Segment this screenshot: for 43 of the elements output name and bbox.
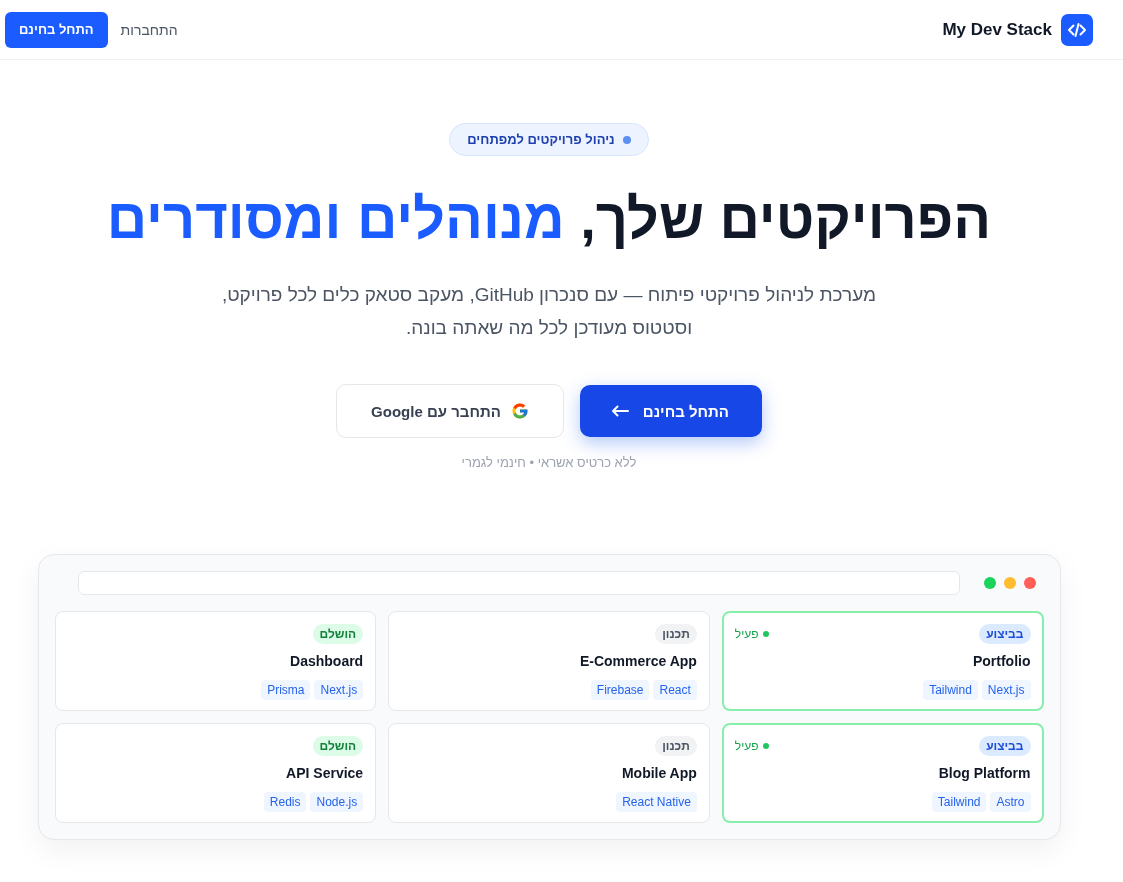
project-name: Blog Platform bbox=[937, 764, 1031, 783]
project-name: Mobile App bbox=[620, 764, 697, 783]
project-name: Portfolio bbox=[971, 652, 1031, 671]
tech-tag: Node.js bbox=[310, 792, 364, 812]
active-label: פעיל bbox=[734, 627, 759, 641]
tech-tag: Next.js bbox=[981, 680, 1031, 700]
status-badge: הושלם bbox=[312, 624, 364, 644]
window-dot-icon bbox=[1003, 577, 1016, 589]
code-icon bbox=[1061, 13, 1093, 46]
tech-tag: Redis bbox=[263, 792, 307, 812]
tech-tag: Tailwind bbox=[923, 680, 978, 700]
window-dot-icon bbox=[983, 577, 996, 589]
status-dot-icon bbox=[762, 743, 769, 749]
active-label: פעיל bbox=[734, 739, 759, 753]
tech-tag: Next.js bbox=[314, 680, 364, 700]
hero-title: הפרויקטים שלך, מנוהלים ומסודרים bbox=[106, 186, 992, 252]
start-free-button[interactable]: התחל בחינם bbox=[579, 385, 762, 437]
google-sign-in-button[interactable]: התחבר עם Google bbox=[336, 384, 564, 438]
status-badge: בביצוע bbox=[979, 736, 1031, 756]
project-name: API Service bbox=[285, 764, 364, 783]
status-badge: בביצוע bbox=[979, 624, 1031, 644]
no-credit-card-note: ללא כרטיס אשראי • חינמי לגמרי bbox=[461, 454, 637, 472]
tech-tag: React Native bbox=[616, 792, 697, 812]
google-icon bbox=[510, 402, 529, 420]
window-dot-icon bbox=[1023, 577, 1036, 589]
status-dot-icon bbox=[762, 631, 769, 637]
logo-text[interactable]: My Dev Stack bbox=[942, 19, 1052, 40]
tech-tag: Prisma bbox=[261, 680, 311, 700]
dot-icon bbox=[622, 135, 631, 144]
status-badge: הושלם bbox=[312, 736, 364, 756]
tech-tag: React bbox=[653, 680, 697, 700]
tagline-text: ניהול פרויקטים למפתחים bbox=[467, 132, 615, 147]
status-badge: תכנון bbox=[655, 624, 697, 644]
tech-tag: Firebase bbox=[590, 680, 650, 700]
status-badge: תכנון bbox=[655, 736, 697, 756]
project-name: Dashboard bbox=[289, 652, 364, 671]
login-link[interactable]: התחברות bbox=[120, 21, 178, 38]
project-name: E-Commerce App bbox=[578, 652, 697, 671]
hero-subtitle: מערכת לניהול פרויקטי פיתוח — עם סנכרון GitHub, מעקב סטאק כלים לכל פרויקט, וסטטוס מעודכן לכל מה שאתה בונה. bbox=[220, 283, 878, 340]
start-free-button[interactable]: התחל בחינם bbox=[5, 11, 108, 48]
tech-tag: Astro bbox=[990, 792, 1031, 812]
tech-tag: Tailwind bbox=[931, 792, 987, 812]
arrow-left-icon bbox=[610, 405, 629, 417]
